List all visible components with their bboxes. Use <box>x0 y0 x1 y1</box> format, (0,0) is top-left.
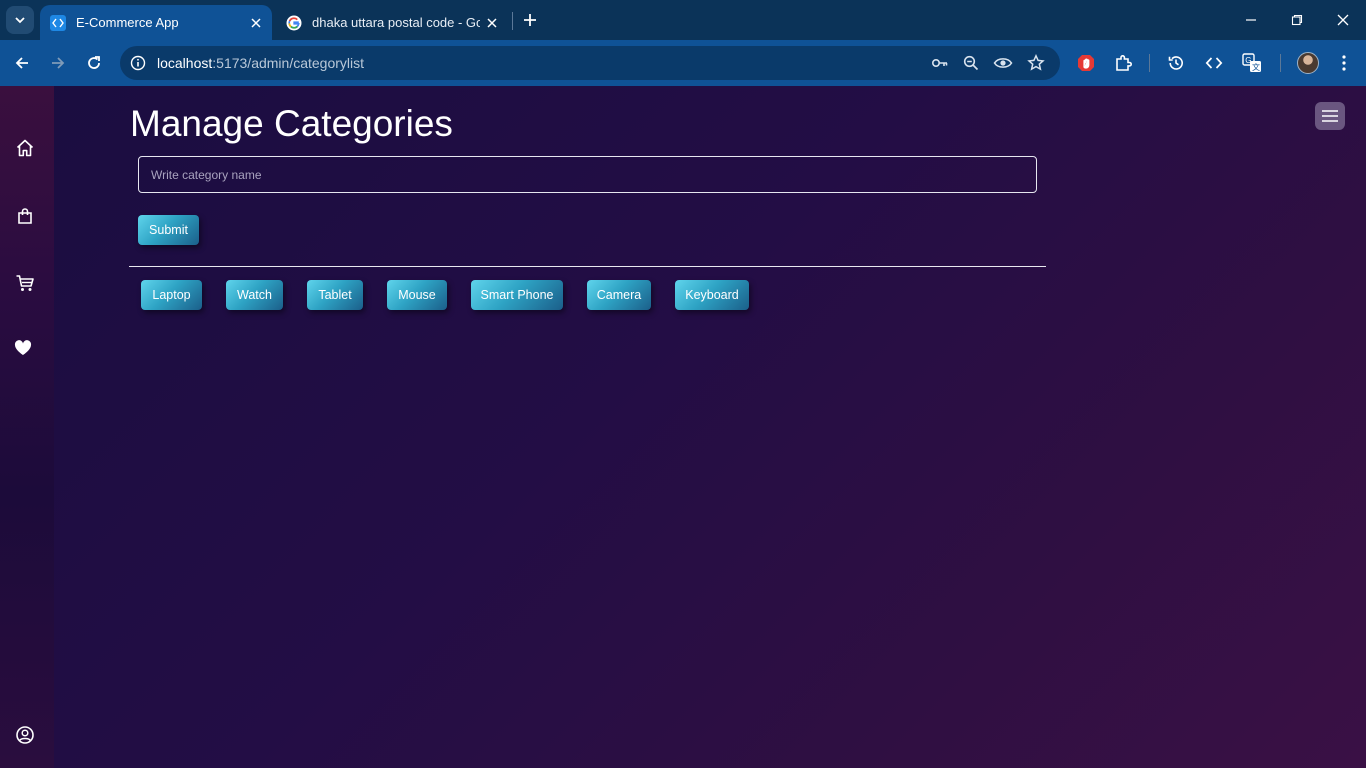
chevron-down-icon <box>15 17 25 24</box>
tab-separator <box>512 12 513 30</box>
category-button-watch[interactable]: Watch <box>226 280 283 310</box>
password-key-icon[interactable] <box>930 53 950 73</box>
home-icon[interactable] <box>13 136 37 160</box>
bookmark-star-icon[interactable] <box>1026 53 1046 73</box>
reload-button[interactable] <box>80 49 108 77</box>
toolbar-separator <box>1149 54 1150 72</box>
close-icon <box>1337 14 1349 26</box>
devtools-code-icon[interactable] <box>1202 51 1226 75</box>
tab-title: dhaka uttara postal code - Goo <box>312 15 480 30</box>
arrow-left-icon <box>15 57 28 69</box>
minimize-icon <box>1246 19 1256 21</box>
shopping-bag-icon[interactable] <box>13 204 37 228</box>
reload-icon <box>88 56 100 69</box>
category-button-keyboard[interactable]: Keyboard <box>675 280 749 310</box>
hamburger-icon <box>1322 110 1338 122</box>
hamburger-menu-button[interactable] <box>1315 102 1345 130</box>
category-button-mouse[interactable]: Mouse <box>387 280 447 310</box>
extensions-puzzle-icon[interactable] <box>1111 51 1135 75</box>
forward-button[interactable] <box>44 49 72 77</box>
profile-avatar[interactable] <box>1297 52 1319 74</box>
google-favicon-icon <box>286 15 302 31</box>
browser-toolbar: localhost:5173/admin/categorylist G文 <box>0 40 1366 86</box>
tab-title: E-Commerce App <box>76 15 179 30</box>
sidebar <box>0 86 54 768</box>
app-page: Manage Categories Submit Laptop Watch Ta… <box>0 86 1366 768</box>
heart-icon[interactable] <box>11 336 35 360</box>
category-button-tablet[interactable]: Tablet <box>307 280 363 310</box>
url-host: localhost <box>157 55 213 71</box>
zoom-icon[interactable] <box>961 53 981 73</box>
history-icon[interactable] <box>1164 51 1188 75</box>
page-title: Manage Categories <box>130 103 453 144</box>
close-tab-icon[interactable] <box>244 11 268 35</box>
new-tab-button[interactable] <box>518 8 542 32</box>
tab-search-button[interactable] <box>6 6 34 34</box>
close-window-button[interactable] <box>1329 6 1357 34</box>
close-tab-icon[interactable] <box>480 11 504 35</box>
url-path: :5173/admin/categorylist <box>212 55 365 71</box>
address-bar[interactable]: localhost:5173/admin/categorylist <box>120 46 1060 80</box>
tab-ecommerce-app[interactable]: E-Commerce App <box>40 5 272 40</box>
category-name-input[interactable] <box>138 156 1037 193</box>
tab-google-search[interactable]: dhaka uttara postal code - Goo <box>276 5 508 40</box>
category-button-laptop[interactable]: Laptop <box>141 280 202 310</box>
translate-icon[interactable]: G文 <box>1240 51 1264 75</box>
code-favicon-icon <box>50 14 66 31</box>
user-circle-icon[interactable] <box>13 723 37 747</box>
toolbar-separator <box>1280 54 1281 72</box>
submit-button[interactable]: Submit <box>138 215 199 245</box>
back-button[interactable] <box>8 49 36 77</box>
adblock-extension-icon[interactable] <box>1074 51 1098 75</box>
arrow-right-icon <box>52 57 65 69</box>
url-text[interactable]: localhost:5173/admin/categorylist <box>157 55 364 71</box>
minimize-button[interactable] <box>1237 6 1265 34</box>
site-info-icon[interactable] <box>128 53 148 73</box>
browser-tab-bar: E-Commerce App dhaka uttara postal code … <box>0 0 1366 40</box>
category-button-smart-phone[interactable]: Smart Phone <box>471 280 563 310</box>
divider <box>129 266 1046 267</box>
restore-button[interactable] <box>1283 6 1311 34</box>
cart-icon[interactable] <box>13 271 37 295</box>
restore-icon <box>1291 14 1303 26</box>
plus-icon <box>524 14 536 26</box>
svg-text:文: 文 <box>1252 62 1260 72</box>
category-button-camera[interactable]: Camera <box>587 280 651 310</box>
more-menu-icon[interactable] <box>1332 51 1356 75</box>
eye-icon[interactable] <box>993 53 1013 73</box>
